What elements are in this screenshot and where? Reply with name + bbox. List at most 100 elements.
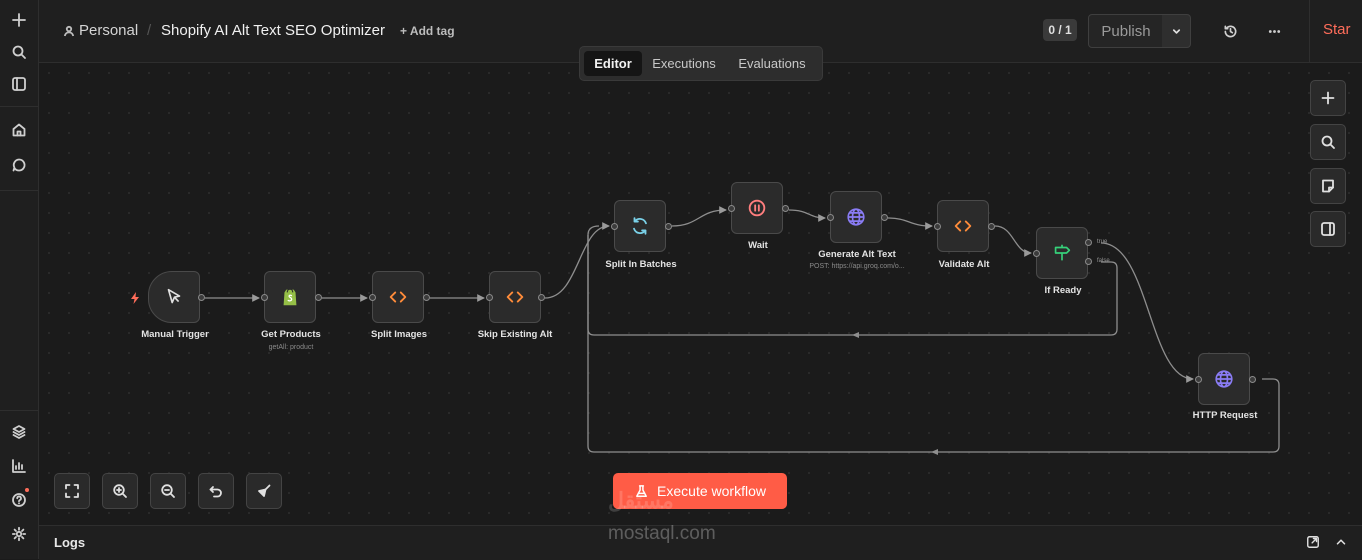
zoom-out-icon (161, 484, 175, 498)
expand-logs-button[interactable] (1334, 535, 1348, 549)
port-out[interactable] (782, 205, 789, 212)
version-counter: 0 / 1 (1043, 19, 1077, 41)
edge-generate-validate (887, 217, 933, 230)
pop-out-icon (1307, 536, 1319, 548)
workflow-canvas[interactable]: Manual Trigger Get Products getAll: prod… (39, 63, 1362, 525)
node-if-ready[interactable] (1036, 227, 1088, 279)
node-validate-alt[interactable] (937, 200, 989, 252)
port-out[interactable] (988, 223, 995, 230)
node-label: Split In Batches (605, 259, 677, 270)
undo-button[interactable] (198, 473, 234, 509)
port-out-true[interactable] (1085, 239, 1092, 246)
zoom-in-button[interactable] (102, 473, 138, 509)
port-out[interactable] (198, 294, 205, 301)
port-in[interactable] (1033, 250, 1040, 257)
node-wait[interactable] (731, 182, 783, 234)
star-button[interactable]: Star (1323, 21, 1351, 38)
fit-view-button[interactable] (54, 473, 90, 509)
port-in[interactable] (369, 294, 376, 301)
settings-icon[interactable] (5, 520, 33, 548)
port-in[interactable] (611, 223, 618, 230)
port-out[interactable] (538, 294, 545, 301)
node-split-images[interactable] (372, 271, 424, 323)
header-divider (1309, 0, 1310, 62)
home-icon[interactable] (5, 116, 33, 144)
edge-batches-wait (671, 206, 727, 227)
zoom-out-button[interactable] (150, 473, 186, 509)
undo-icon (209, 486, 222, 498)
breadcrumb-separator: / (147, 22, 152, 39)
publish-button[interactable]: Publish (1088, 14, 1164, 48)
project-name: Personal (79, 22, 139, 39)
chevron-up-icon (1336, 539, 1346, 545)
node-split-in-batches[interactable] (614, 200, 666, 252)
signpost-icon (1054, 244, 1071, 261)
publish-dropdown-button[interactable] (1162, 14, 1191, 48)
search-icon (1321, 135, 1335, 149)
sticky-note-button[interactable] (1310, 168, 1346, 204)
notification-dot (25, 488, 29, 492)
edge-wait-generate (788, 209, 826, 222)
port-out[interactable] (665, 223, 672, 230)
port-in[interactable] (1195, 376, 1202, 383)
port-out[interactable] (1249, 376, 1256, 383)
sticky-note-icon (1322, 179, 1334, 193)
tab-executions[interactable]: Executions (644, 51, 724, 76)
globe-icon (1215, 370, 1233, 388)
pause-icon (748, 199, 766, 217)
edge-validate-ifready (994, 225, 1032, 257)
code-icon (954, 220, 972, 232)
toggle-panel-button[interactable] (1310, 211, 1346, 247)
port-in[interactable] (728, 205, 735, 212)
add-tag-button[interactable]: + Add tag (400, 24, 455, 38)
more-options-button[interactable] (1262, 19, 1286, 43)
connections-layer (205, 206, 1280, 455)
add-node-button[interactable] (1310, 80, 1346, 116)
tab-evaluations[interactable]: Evaluations (728, 51, 816, 76)
port-out[interactable] (881, 214, 888, 221)
shopify-icon (283, 288, 297, 306)
port-out[interactable] (423, 294, 430, 301)
globe-icon (847, 208, 865, 226)
view-tabs: Editor Executions Evaluations (579, 46, 823, 81)
watermark-arabic: مستقل (608, 488, 674, 513)
history-button[interactable] (1218, 19, 1242, 43)
node-generate-alt-text[interactable] (830, 191, 882, 243)
port-in[interactable] (486, 294, 493, 301)
port-out[interactable] (315, 294, 322, 301)
trigger-bolt-icon (131, 292, 139, 304)
search-nodes-button[interactable] (1310, 124, 1346, 160)
node-get-products[interactable] (264, 271, 316, 323)
cursor-icon (167, 288, 181, 304)
loop-icon (633, 217, 647, 235)
zoom-in-icon (113, 484, 127, 498)
sidebar-divider (0, 106, 38, 107)
port-in[interactable] (934, 223, 941, 230)
loop-arrow-head (931, 449, 938, 455)
workflow-title[interactable]: Shopify AI Alt Text SEO Optimizer (161, 22, 385, 39)
port-out-false[interactable] (1085, 258, 1092, 265)
sidebar-divider (0, 410, 38, 411)
watermark-latin: mostaql.com (608, 523, 716, 544)
pop-out-button[interactable] (1306, 535, 1320, 549)
fit-view-icon (65, 484, 79, 498)
templates-icon[interactable] (5, 418, 33, 446)
tab-editor[interactable]: Editor (584, 51, 642, 76)
node-label: Validate Alt (938, 259, 990, 270)
search-icon[interactable] (5, 38, 33, 66)
breadcrumb-project[interactable]: Personal (63, 22, 138, 39)
node-http-request[interactable] (1198, 353, 1250, 405)
insights-icon[interactable] (5, 452, 33, 480)
sidebar-toggle-icon[interactable] (5, 70, 33, 98)
node-manual-trigger[interactable] (148, 271, 200, 323)
node-subtitle: getAll: product (268, 344, 314, 351)
branch-true-label: true (1097, 239, 1108, 245)
chat-icon[interactable] (5, 151, 33, 179)
port-in[interactable] (261, 294, 268, 301)
tidy-up-button[interactable] (246, 473, 282, 509)
port-in[interactable] (827, 214, 834, 221)
node-label: If Ready (1044, 285, 1082, 296)
plus-icon[interactable] (5, 6, 33, 34)
node-skip-existing-alt[interactable] (489, 271, 541, 323)
node-label: HTTP Request (1192, 410, 1258, 421)
